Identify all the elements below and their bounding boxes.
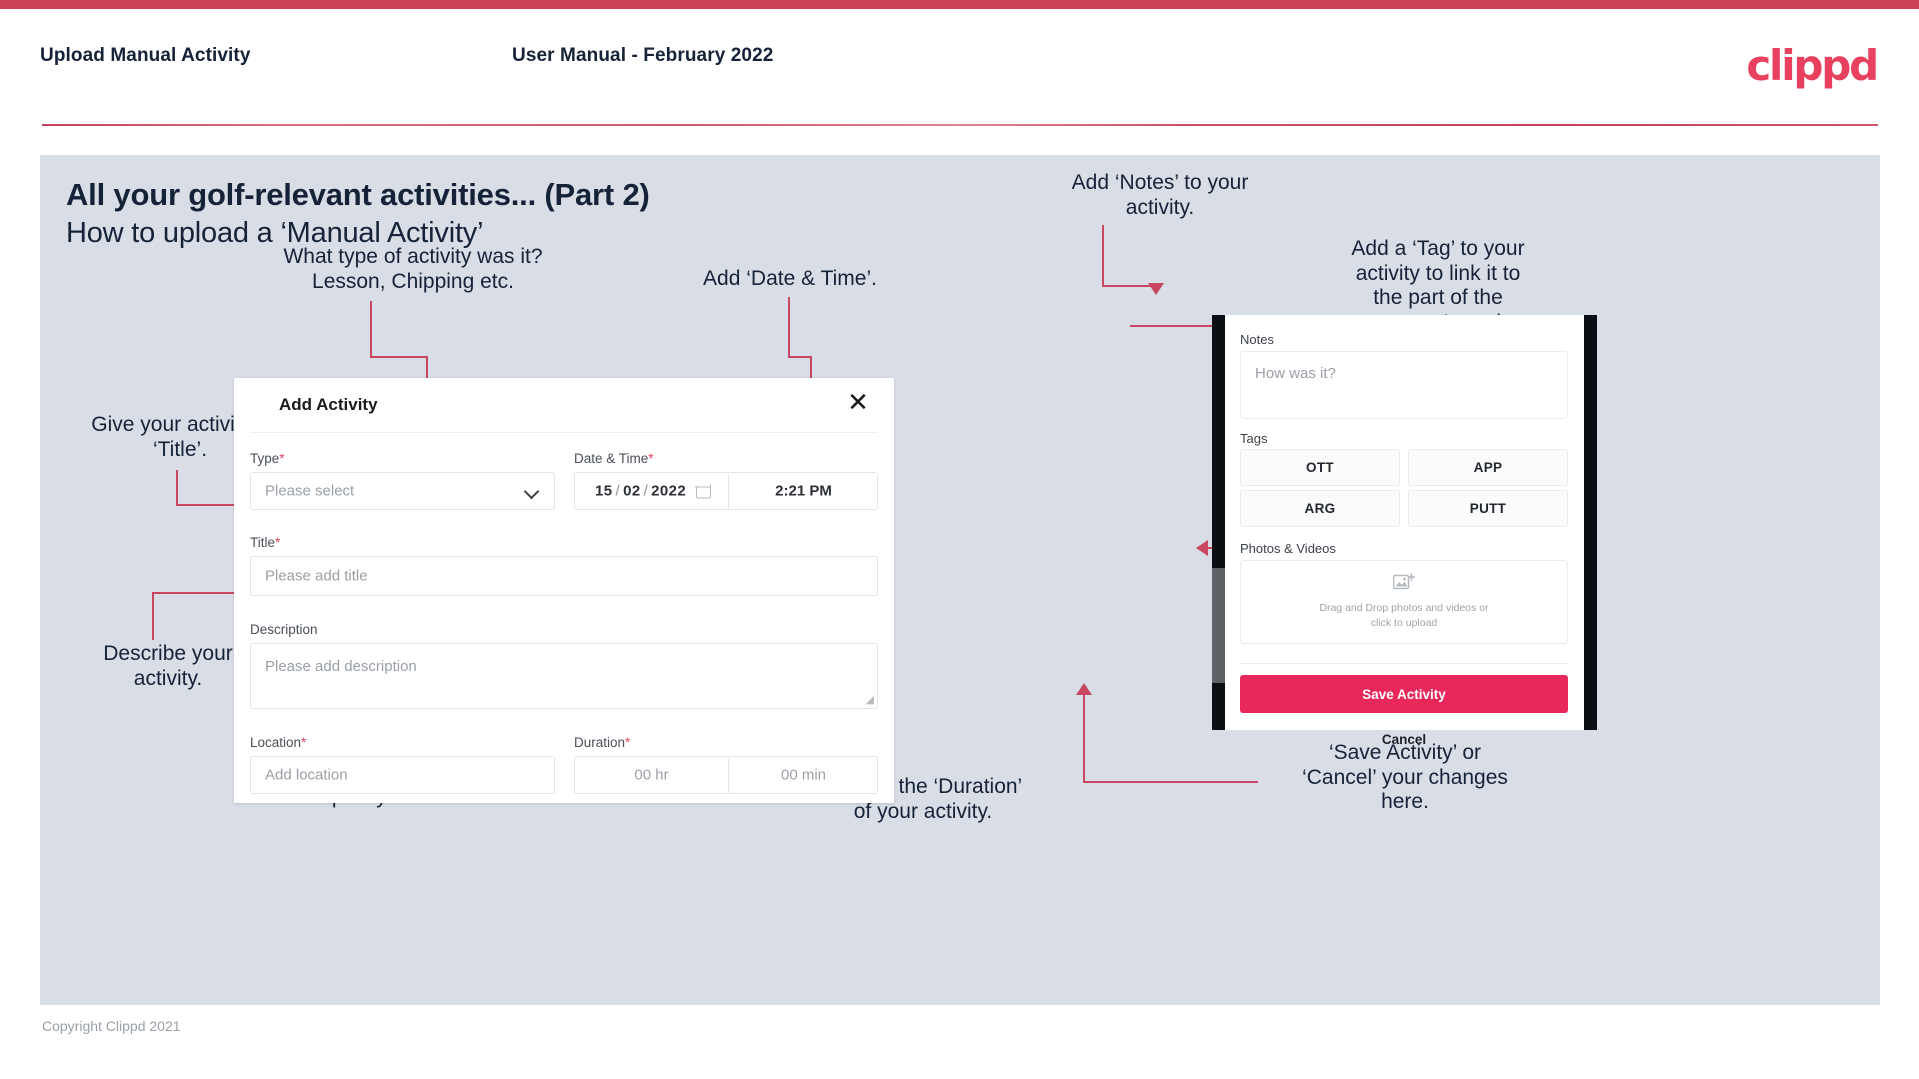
page-title: Upload Manual Activity	[40, 45, 251, 66]
description-label: Description	[250, 622, 318, 637]
datetime-group: 15/02/2022 2:21 PM	[574, 472, 878, 510]
annotation-notes: Add ‘Notes’ to your activity.	[1071, 171, 1249, 219]
dialog-title: Add Activity	[279, 395, 378, 414]
title-input-placeholder: Please add title	[265, 567, 368, 585]
datetime-required-marker: *	[648, 451, 654, 466]
add-activity-dialog: Add Activity ✕ Type* Please select Date …	[234, 378, 894, 803]
header-divider	[42, 124, 1878, 126]
date-value[interactable]: 15/02/2022	[595, 483, 686, 500]
phone-divider	[1240, 663, 1568, 664]
date-month: 02	[623, 482, 641, 500]
slide-title: All your golf-relevant activities... (Pa…	[66, 177, 650, 212]
duration-group: 00 hr 00 min	[574, 756, 878, 794]
tag-button-app[interactable]: APP	[1408, 449, 1568, 486]
date-day: 15	[595, 482, 613, 500]
title-input[interactable]: Please add title	[250, 556, 878, 596]
save-activity-button[interactable]: Save Activity	[1240, 675, 1568, 713]
location-input[interactable]: Add location	[250, 756, 555, 794]
connector-datetime-horizontal	[788, 356, 812, 358]
clippd-logo: clippd	[1746, 41, 1879, 90]
notes-placeholder: How was it?	[1255, 365, 1336, 382]
header-subtitle: User Manual - February 2022	[512, 45, 774, 66]
title-required-marker: *	[275, 535, 281, 550]
arrow-notes-icon	[1148, 283, 1164, 295]
annotation-datetime: Add ‘Date & Time’.	[703, 267, 877, 290]
connector-desc-horizontal	[152, 592, 242, 594]
title-label-text: Title	[250, 535, 276, 550]
description-placeholder: Please add description	[265, 658, 417, 675]
connector-title-vertical	[176, 470, 178, 506]
dialog-divider	[250, 432, 878, 433]
location-label: Location*	[250, 735, 306, 750]
type-label-text: Type	[250, 451, 280, 466]
datetime-label: Date & Time*	[574, 451, 654, 466]
tags-label: Tags	[1240, 431, 1268, 446]
tag-button-arg[interactable]: ARG	[1240, 490, 1400, 527]
dialog-header: Add Activity ✕	[234, 378, 894, 432]
annotation-save-cancel: ‘Save Activity’ or ‘Cancel’ your changes…	[1302, 741, 1508, 814]
duration-minutes-input[interactable]: 00 min	[728, 767, 879, 784]
top-accent-bar	[0, 0, 1919, 9]
tag-button-putt[interactable]: PUTT	[1408, 490, 1568, 527]
notes-textarea[interactable]: How was it?	[1240, 351, 1568, 419]
type-select[interactable]: Please select	[250, 472, 555, 510]
connector-notes-vertical	[1102, 225, 1104, 287]
arrow-save-icon	[1076, 683, 1092, 695]
duration-label-text: Duration	[574, 735, 626, 750]
phone-mockup: Notes How was it? Tags OTT APP ARG PUTT …	[1212, 315, 1597, 747]
type-label: Type*	[250, 451, 285, 466]
connector-type-vertical	[370, 301, 372, 358]
duration-hours-input[interactable]: 00 hr	[575, 767, 728, 784]
datetime-label-text: Date & Time	[574, 451, 649, 466]
connector-datetime-vertical	[788, 297, 790, 358]
calendar-icon[interactable]	[695, 482, 711, 499]
connector-save-vertical	[1083, 695, 1085, 783]
title-label: Title*	[250, 535, 280, 550]
duration-label: Duration*	[574, 735, 630, 750]
notes-label: Notes	[1240, 332, 1274, 347]
connector-desc-vertical	[152, 592, 154, 640]
phone-screen: Notes How was it? Tags OTT APP ARG PUTT …	[1225, 315, 1584, 747]
description-textarea[interactable]: Please add description ◢	[250, 643, 878, 709]
photos-label: Photos & Videos	[1240, 541, 1336, 556]
connector-save-horizontal	[1083, 781, 1258, 783]
phone-bezel-right	[1584, 315, 1597, 730]
footer-copyright: Copyright Clippd 2021	[42, 1018, 181, 1034]
phone-side-button	[1212, 568, 1225, 683]
type-required-marker: *	[279, 451, 285, 466]
description-label-text: Description	[250, 622, 318, 637]
time-value[interactable]: 2:21 PM	[728, 483, 879, 500]
page-header: Upload Manual Activity User Manual - Feb…	[0, 9, 1919, 124]
dropzone-text-line2: click to upload	[1370, 617, 1438, 629]
annotation-type: What type of activity was it? Lesson, Ch…	[283, 245, 543, 293]
cancel-button[interactable]: Cancel	[1240, 732, 1568, 747]
type-select-placeholder: Please select	[265, 482, 355, 500]
duration-required-marker: *	[625, 735, 631, 750]
arrow-photos-icon	[1196, 540, 1208, 556]
slide-body: All your golf-relevant activities... (Pa…	[40, 155, 1880, 1005]
tag-button-ott[interactable]: OTT	[1240, 449, 1400, 486]
dropzone-text-line1: Drag and Drop photos and videos or	[1319, 601, 1489, 614]
connector-type-horizontal	[370, 356, 428, 358]
resize-grip-icon[interactable]: ◢	[866, 695, 874, 706]
image-add-icon	[1392, 572, 1416, 592]
chevron-down-icon	[526, 485, 538, 497]
location-label-text: Location	[250, 735, 302, 750]
date-year: 2022	[651, 482, 687, 500]
photo-upload-dropzone[interactable]: Drag and Drop photos and videos or click…	[1240, 560, 1568, 644]
location-input-placeholder: Add location	[265, 766, 348, 784]
location-required-marker: *	[301, 735, 307, 750]
close-icon[interactable]: ✕	[843, 388, 873, 418]
